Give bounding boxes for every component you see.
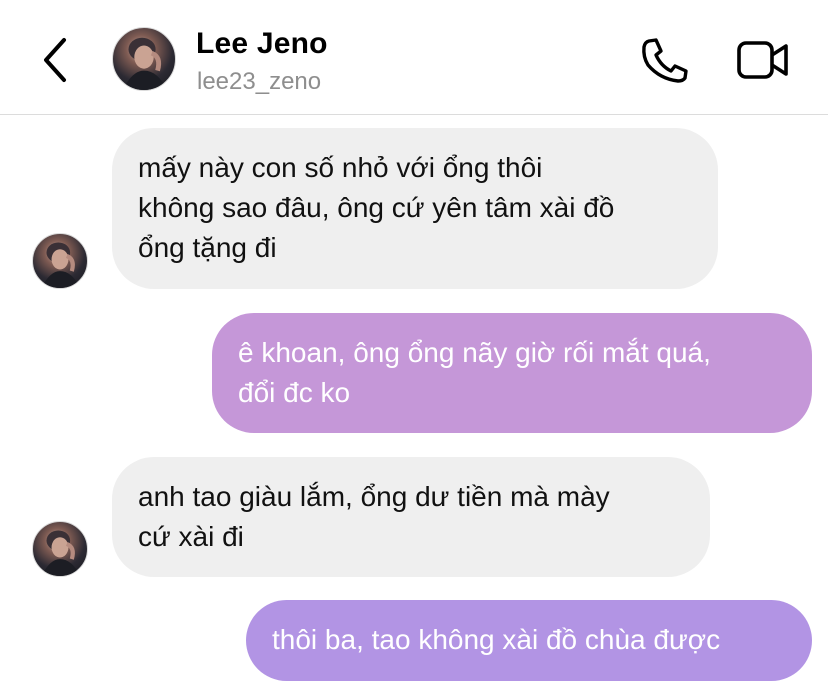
contact-avatar[interactable] — [112, 27, 176, 91]
phone-icon — [642, 38, 688, 83]
video-call-button[interactable] — [736, 38, 790, 82]
message-bubble-outgoing[interactable]: ê khoan, ông ổng nãy giờ rối mắt quá, đổ… — [212, 313, 812, 433]
message-bubble-outgoing[interactable]: thôi ba, tao không xài đồ chùa được — [246, 600, 812, 681]
sender-avatar[interactable] — [32, 521, 88, 577]
message-bubble-incoming[interactable]: mấy này con số nhỏ với ổng thôi không sa… — [112, 128, 718, 289]
voice-call-button[interactable] — [640, 37, 688, 83]
avatar-image — [41, 530, 81, 576]
chat-header: Lee Jeno lee23_zeno — [0, 0, 828, 115]
video-camera-icon — [737, 41, 788, 79]
sender-avatar[interactable] — [32, 233, 88, 289]
back-button[interactable] — [38, 36, 74, 84]
message-bubble-incoming[interactable]: anh tao giàu lắm, ổng dư tiền mà mày cứ … — [112, 457, 710, 577]
chevron-left-icon — [44, 38, 66, 82]
avatar-image — [41, 242, 81, 288]
contact-name[interactable]: Lee Jeno — [196, 27, 328, 61]
contact-username: lee23_zeno — [197, 68, 322, 95]
avatar-image — [122, 37, 168, 90]
